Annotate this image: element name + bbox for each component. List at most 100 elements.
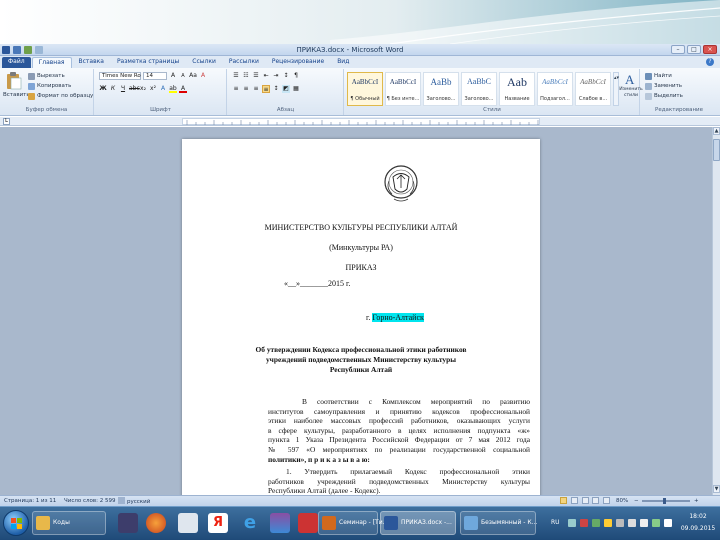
media-player-icon[interactable] <box>118 513 138 533</box>
zoom-slider-thumb[interactable] <box>663 498 666 504</box>
tray-power-icon[interactable] <box>652 519 660 527</box>
tray-volume-icon[interactable] <box>640 519 648 527</box>
cut-button[interactable]: Вырезать <box>28 72 65 80</box>
flash-icon[interactable] <box>298 513 318 533</box>
tab-review[interactable]: Рецензирование <box>266 57 330 68</box>
clear-formatting-icon[interactable]: A <box>199 72 207 80</box>
tray-flag-icon[interactable] <box>664 519 672 527</box>
superscript-icon[interactable]: x² <box>149 85 157 93</box>
tab-mailings[interactable]: Рассылки <box>223 57 265 68</box>
style-subtitle[interactable]: AaBbCcI Подзагол... <box>537 72 573 106</box>
decrease-indent-icon[interactable]: ⇤ <box>262 72 270 80</box>
align-left-icon[interactable]: ≡ <box>232 85 240 93</box>
format-painter-button[interactable]: Формат по образцу <box>28 92 93 100</box>
tab-page-layout[interactable]: Разметка страницы <box>111 57 185 68</box>
save-icon[interactable] <box>13 46 21 54</box>
bold-icon[interactable]: Ж <box>99 85 107 93</box>
redo-icon[interactable] <box>35 46 43 54</box>
tray-app-icon[interactable] <box>592 519 600 527</box>
help-icon[interactable]: ? <box>706 58 714 66</box>
zoom-slider[interactable] <box>642 498 690 504</box>
winrar-icon[interactable] <box>270 513 290 533</box>
keyboard-language[interactable]: RU <box>551 518 560 528</box>
style-subtle-emphasis[interactable]: AaBbCcI Слабое в... <box>575 72 611 106</box>
tab-selector[interactable]: L <box>3 118 10 125</box>
style-title[interactable]: Aab Название <box>499 72 535 106</box>
highlight-color-icon[interactable]: ab <box>169 85 177 93</box>
tray-signal-icon[interactable] <box>616 519 624 527</box>
bullets-icon[interactable]: ☰ <box>232 72 240 80</box>
line-spacing-icon[interactable]: ↕ <box>272 85 280 93</box>
tab-file[interactable]: Файл <box>2 57 31 68</box>
borders-icon[interactable]: ▦ <box>292 85 300 93</box>
tray-network-icon[interactable] <box>568 519 576 527</box>
subscript-icon[interactable]: x₂ <box>139 85 147 93</box>
draft-icon[interactable] <box>603 497 610 504</box>
taskbar-window-folder[interactable]: Коды <box>32 511 106 535</box>
mail-icon[interactable] <box>178 513 198 533</box>
word-count-status[interactable]: Число слов: 2 599 <box>64 497 116 506</box>
scroll-down-button[interactable]: ▼ <box>713 485 720 493</box>
close-button[interactable]: × <box>703 45 717 54</box>
internet-explorer-icon[interactable]: e <box>240 513 260 533</box>
ruler-bar[interactable] <box>182 118 540 125</box>
style-heading-1[interactable]: AaBb Заголово... <box>423 72 459 106</box>
change-case-icon[interactable]: Aa <box>189 72 197 80</box>
copy-button[interactable]: Копировать <box>28 82 71 90</box>
font-name-combo[interactable]: Times New Ro <box>99 72 141 80</box>
clock-date[interactable]: 09.09.2015 <box>680 524 716 534</box>
grow-font-icon[interactable]: A <box>169 72 177 80</box>
page-count-status[interactable]: Страница: 1 из 11 <box>4 497 56 506</box>
numbering-icon[interactable]: ☷ <box>242 72 250 80</box>
scroll-up-button[interactable]: ▲ <box>713 127 720 135</box>
strikethrough-icon[interactable]: abc <box>129 85 140 93</box>
taskbar-window-word[interactable]: ПРИКАЗ.docx -... <box>380 511 456 535</box>
increase-indent-icon[interactable]: ⇥ <box>272 72 280 80</box>
shading-icon[interactable]: ◩ <box>282 85 290 93</box>
tab-insert[interactable]: Вставка <box>73 57 110 68</box>
start-button[interactable] <box>3 510 29 536</box>
minimize-button[interactable]: – <box>671 45 685 54</box>
word-app-icon[interactable] <box>2 46 10 54</box>
underline-icon[interactable]: Ч <box>119 85 127 93</box>
show-marks-icon[interactable]: ¶ <box>292 72 300 80</box>
vertical-scrollbar[interactable]: ▲ ▼ <box>712 127 720 495</box>
document-area[interactable]: МИНИСТЕРСТВО КУЛЬТУРЫ РЕСПУБЛИКИ АЛТАЙ (… <box>0 127 712 495</box>
font-size-combo[interactable]: 14 <box>143 72 167 80</box>
find-button[interactable]: Найти <box>645 72 672 80</box>
scroll-thumb[interactable] <box>713 139 720 161</box>
print-layout-icon[interactable] <box>560 497 567 504</box>
select-button[interactable]: Выделить <box>645 92 683 100</box>
paste-button[interactable]: Вставить <box>3 72 30 102</box>
justify-icon[interactable]: ≡ <box>262 85 270 93</box>
replace-button[interactable]: Заменить <box>645 82 682 90</box>
align-center-icon[interactable]: ≡ <box>242 85 250 93</box>
web-layout-icon[interactable] <box>581 497 589 504</box>
tray-security-icon[interactable] <box>580 519 588 527</box>
font-color-icon[interactable]: A <box>179 85 187 93</box>
full-screen-icon[interactable] <box>570 497 578 504</box>
tray-update-icon[interactable] <box>604 519 612 527</box>
tab-references[interactable]: Ссылки <box>186 57 222 68</box>
italic-icon[interactable]: К <box>109 85 117 93</box>
firefox-icon[interactable] <box>146 513 166 533</box>
tray-usb-icon[interactable] <box>628 519 636 527</box>
zoom-out-button[interactable]: − <box>634 497 639 506</box>
yandex-icon[interactable]: Я <box>208 513 228 533</box>
style-no-spacing[interactable]: AaBbCcI ¶ Без инте... <box>385 72 421 106</box>
shrink-font-icon[interactable]: A <box>179 72 187 80</box>
clock-time[interactable]: 18:02 <box>680 512 716 522</box>
outline-icon[interactable] <box>592 497 600 504</box>
document-page[interactable]: МИНИСТЕРСТВО КУЛЬТУРЫ РЕСПУБЛИКИ АЛТАЙ (… <box>182 139 540 495</box>
align-right-icon[interactable]: ≡ <box>252 85 260 93</box>
text-effects-icon[interactable]: A <box>159 85 167 93</box>
tab-home[interactable]: Главная <box>31 57 72 68</box>
zoom-level[interactable]: 80% <box>616 497 628 506</box>
undo-icon[interactable] <box>24 46 32 54</box>
taskbar-window-paint[interactable]: Безымянный - К... <box>460 511 537 535</box>
zoom-in-button[interactable]: + <box>694 497 699 506</box>
multilevel-list-icon[interactable]: ☰ <box>252 72 260 80</box>
style-heading-2[interactable]: AaBbC Заголово... <box>461 72 497 106</box>
sort-icon[interactable]: ↕ <box>282 72 290 80</box>
tab-view[interactable]: Вид <box>331 57 355 68</box>
